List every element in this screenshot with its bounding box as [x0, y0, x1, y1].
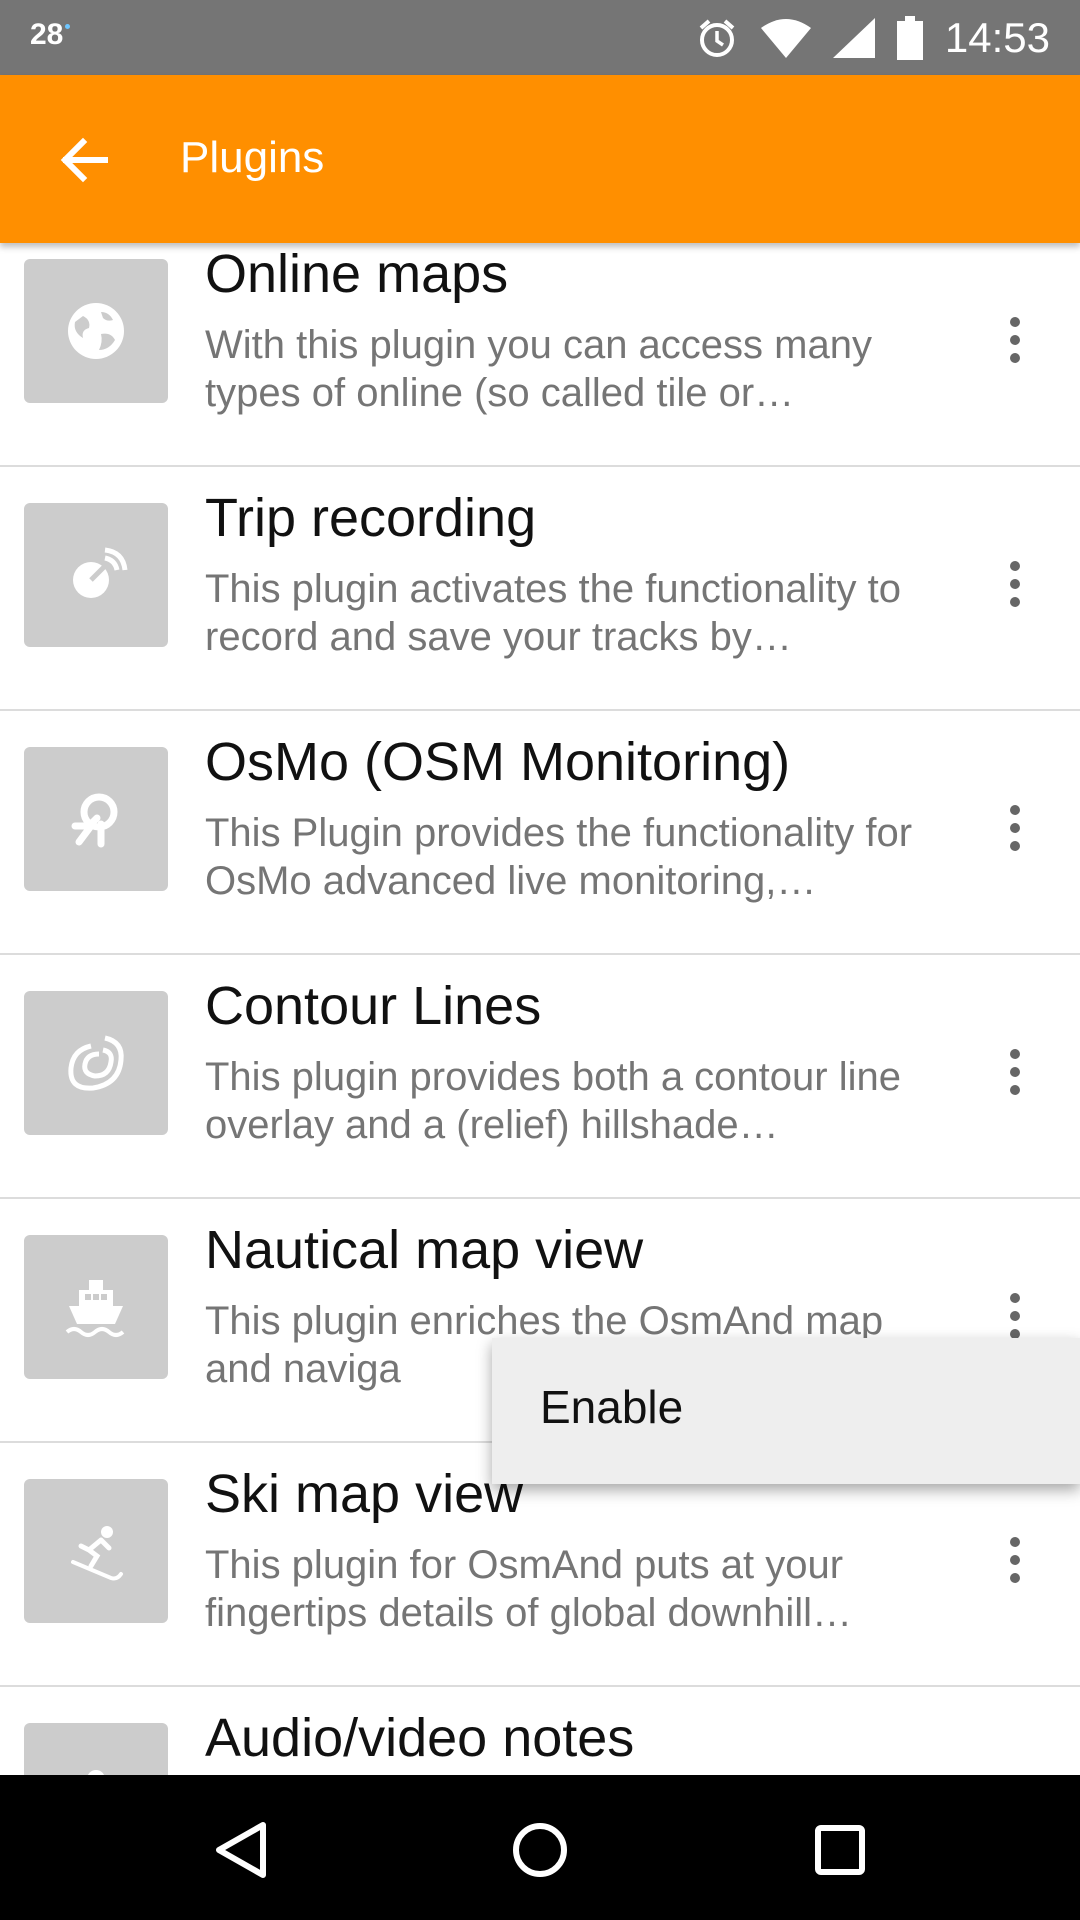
plugin-title: Online maps [205, 244, 509, 304]
more-options-button[interactable] [980, 539, 1050, 629]
status-bar: 28 14:53 [0, 0, 1080, 75]
ship-icon [65, 1280, 125, 1337]
status-icons: 14:53 [695, 0, 1050, 75]
more-vert-icon [1010, 317, 1020, 363]
back-triangle-icon [216, 1822, 266, 1878]
plugin-thumbnail [24, 747, 168, 891]
contour-icon [68, 1035, 124, 1091]
more-vert-icon [1010, 1293, 1020, 1339]
plugin-description: This plugin activates the functionality … [205, 567, 901, 659]
plugin-title: Trip recording [205, 488, 537, 548]
plugin-list[interactable]: Online maps With this plugin you can acc… [0, 243, 1080, 1775]
plugin-row-trip-recording[interactable]: Trip recording This plugin activates the… [0, 467, 1080, 711]
plugin-title: Audio/video notes [205, 1708, 635, 1768]
signal-icon [832, 17, 875, 58]
plugin-row-online-maps[interactable]: Online maps With this plugin you can acc… [0, 243, 1080, 467]
wifi-icon [760, 18, 811, 58]
more-options-button[interactable] [980, 1515, 1050, 1605]
nav-back-button[interactable] [195, 1805, 285, 1895]
plugin-title: Ski map view [205, 1464, 524, 1524]
more-options-button[interactable] [980, 1027, 1050, 1117]
plugin-title: OsMo (OSM Monitoring) [205, 732, 791, 792]
arrow-back-icon [60, 137, 108, 183]
recents-square-icon [815, 1825, 865, 1875]
plugin-thumbnail [24, 259, 168, 403]
more-options-button[interactable] [980, 295, 1050, 385]
menu-item-enable[interactable]: Enable [540, 1380, 683, 1434]
more-options-button[interactable] [980, 783, 1050, 873]
plugin-description: With this plugin you can access many typ… [205, 323, 872, 415]
notification-dot [65, 24, 71, 29]
plugin-thumbnail [24, 1235, 168, 1379]
nav-home-button[interactable] [495, 1805, 585, 1895]
alarm-icon [695, 16, 739, 60]
more-vert-icon [1010, 1537, 1020, 1583]
plugin-description: This plugin provides both a contour line… [205, 1055, 901, 1147]
globe-icon [68, 303, 124, 359]
plugin-description: This plugin for OsmAnd puts at your fing… [205, 1543, 853, 1635]
more-vert-icon [1010, 805, 1020, 851]
plugin-row-contour-lines[interactable]: Contour Lines This plugin provides both … [0, 955, 1080, 1199]
status-left-text: 28 [30, 18, 64, 51]
status-time: 14:53 [944, 13, 1050, 61]
plugin-description: This Plugin provides the functionality f… [205, 811, 913, 903]
skier-icon [71, 1526, 123, 1581]
plugin-row-osmo[interactable]: OsMo (OSM Monitoring) This Plugin provid… [0, 711, 1080, 955]
plugin-title: Nautical map view [205, 1220, 644, 1280]
battery-icon [896, 15, 923, 60]
page-title: Plugins [180, 133, 325, 182]
app-bar: Plugins [0, 75, 1080, 243]
plugin-row-audio-video[interactable]: Audio/video notes [0, 1687, 1080, 1775]
plugin-thumbnail [24, 1723, 168, 1775]
plugin-thumbnail [24, 503, 168, 647]
plugin-thumbnail [24, 991, 168, 1135]
home-circle-icon [513, 1823, 567, 1877]
navigation-bar [0, 1775, 1080, 1920]
more-vert-icon [1010, 561, 1020, 607]
more-vert-icon [1010, 1049, 1020, 1095]
audio-video-icon [87, 1770, 105, 1775]
monitoring-icon [71, 793, 118, 848]
plugin-thumbnail [24, 1479, 168, 1623]
plugin-title: Contour Lines [205, 976, 542, 1036]
status-left: 28 [30, 18, 71, 52]
nav-recents-button[interactable] [795, 1805, 885, 1895]
satellite-icon [73, 547, 128, 598]
back-button[interactable] [50, 125, 120, 195]
popup-menu: Enable [492, 1338, 1080, 1484]
